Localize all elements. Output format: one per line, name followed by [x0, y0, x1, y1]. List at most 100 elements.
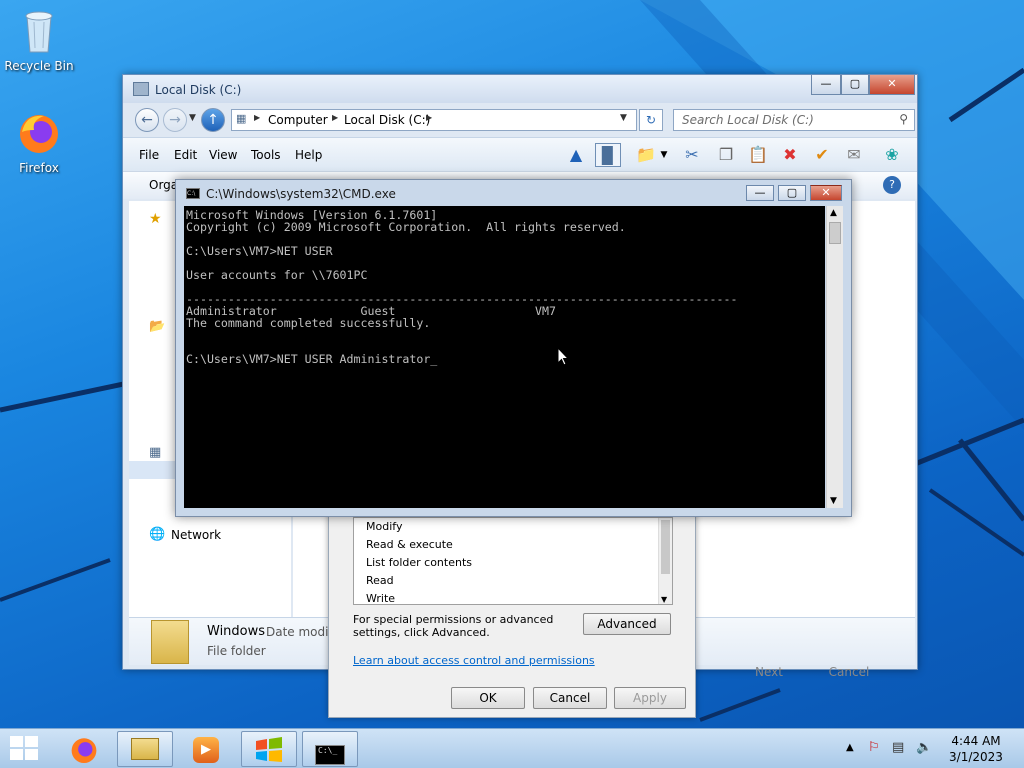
permission-item: Write — [366, 592, 396, 605]
minimize-button[interactable]: — — [746, 185, 774, 201]
scroll-up-icon[interactable]: ▲ — [830, 208, 837, 218]
toolbar-rename-icon[interactable]: ✉ — [841, 143, 867, 167]
volume-icon[interactable]: 🔈 — [916, 740, 932, 755]
cmd-icon: C:\ — [186, 188, 200, 199]
menu-help[interactable]: Help — [295, 148, 322, 162]
address-box[interactable]: ▦ ▶ Computer ▶ Local Disk (C:) ▶ ▼ — [231, 109, 637, 131]
address-dropdown-icon[interactable]: ▼ — [620, 113, 627, 123]
desktop-icon-recycle-bin[interactable]: Recycle Bin — [3, 6, 75, 73]
security-properties-dialog: Modify Read & execute List folder conten… — [328, 506, 696, 718]
taskbar-cmd[interactable]: C:\_ — [302, 731, 358, 767]
breadcrumb-separator-icon: ▶ — [254, 113, 261, 122]
windows-logo-icon — [10, 736, 38, 760]
breadcrumb-local-disk[interactable]: Local Disk (C:) — [344, 113, 430, 127]
advanced-button[interactable]: Advanced — [583, 613, 671, 635]
permissions-list[interactable]: Modify Read & execute List folder conten… — [353, 517, 673, 605]
up-icon[interactable]: ↑ — [201, 108, 225, 132]
permissions-scrollbar[interactable]: ▼ — [658, 518, 672, 604]
network-icon[interactable]: 🌐 — [149, 527, 165, 542]
desktop-icon-firefox[interactable]: Firefox — [3, 110, 75, 175]
menu-bar: File Edit View Tools Help ▲ ▉ 📁 ▼ ✂ ❐ 📋 … — [123, 137, 917, 171]
cmd-console[interactable]: Microsoft Windows [Version 6.1.7601] Cop… — [184, 206, 825, 508]
apply-button[interactable]: Apply — [614, 687, 686, 709]
explorer-titlebar[interactable]: Local Disk (C:) — ▢ ✕ — [123, 75, 917, 103]
menu-tools[interactable]: Tools — [251, 148, 281, 162]
cancel-button-behind[interactable]: Cancel — [813, 665, 885, 685]
libraries-icon[interactable]: 📂 — [149, 319, 165, 334]
windows-flag-icon — [256, 737, 282, 762]
details-type: File folder — [207, 644, 266, 658]
clock-time: 4:44 AM — [951, 734, 1001, 748]
scrollbar-thumb[interactable] — [661, 520, 670, 574]
next-button[interactable]: Next — [733, 665, 805, 685]
taskbar-firefox[interactable] — [56, 731, 112, 767]
toolbar-folder-options-icon[interactable]: 📁 — [633, 143, 659, 167]
close-button[interactable]: ✕ — [869, 75, 915, 95]
cmd-icon: C:\_ — [315, 745, 345, 765]
toolbar-cut-icon[interactable]: ✂ — [679, 143, 705, 167]
details-name: Windows — [207, 624, 266, 639]
toolbar-delete-icon[interactable]: ✖ — [777, 143, 803, 167]
access-control-link[interactable]: Learn about access control and permissio… — [353, 654, 595, 667]
nav-item-network[interactable]: Network — [171, 528, 221, 542]
taskbar-windows-explorer[interactable] — [241, 731, 297, 767]
mouse-cursor-icon — [557, 347, 569, 366]
taskbar-media-player[interactable]: ▶ — [178, 731, 234, 767]
computer-nav-icon[interactable]: ▦ — [149, 445, 161, 460]
favorites-icon[interactable]: ★ — [149, 211, 162, 227]
search-input[interactable]: Search Local Disk (C:) ⚲ — [673, 109, 915, 131]
close-button[interactable]: ✕ — [810, 185, 842, 201]
firefox-icon — [71, 738, 97, 764]
breadcrumb-computer[interactable]: Computer — [268, 113, 328, 127]
cmd-title: C:\Windows\system32\CMD.exe — [206, 187, 396, 201]
organize-button[interactable]: Orga — [149, 178, 178, 192]
network-status-icon[interactable]: ▤ — [892, 740, 904, 755]
minimize-button[interactable]: — — [811, 75, 841, 95]
recent-pages-icon[interactable]: ▼ — [189, 113, 196, 123]
media-player-icon: ▶ — [193, 737, 219, 763]
clock[interactable]: 4:44 AM 3/1/2023 — [944, 733, 1008, 765]
toolbar-copy-icon[interactable]: ❐ — [713, 143, 739, 167]
computer-icon: ▦ — [236, 112, 247, 125]
window-title: Local Disk (C:) — [155, 83, 242, 97]
special-permissions-text: For special permissions or advanced sett… — [353, 613, 554, 639]
toolbar-properties-icon[interactable]: ✔ — [809, 143, 835, 167]
toolbar-up-icon[interactable]: ▲ — [563, 143, 589, 167]
back-icon[interactable]: ← — [135, 108, 159, 132]
refresh-icon[interactable]: ↻ — [639, 109, 663, 131]
taskbar-explorer[interactable] — [117, 731, 173, 767]
toolbar-pane-icon[interactable]: ▉ — [595, 143, 621, 167]
help-icon[interactable]: ? — [883, 176, 901, 194]
address-bar-row: ← → ▼ ↑ ▦ ▶ Computer ▶ Local Disk (C:) ▶… — [127, 105, 915, 135]
toolbar-dropdown-icon[interactable]: ▼ — [657, 143, 671, 167]
breadcrumb-separator-icon: ▶ — [426, 113, 433, 122]
recycle-bin-icon — [3, 6, 75, 57]
folder-icon — [131, 738, 159, 760]
menu-view[interactable]: View — [209, 148, 237, 162]
start-button[interactable] — [0, 729, 52, 768]
cmd-scrollbar[interactable]: ▲ ▼ — [826, 206, 843, 508]
toolbar-paste-icon[interactable]: 📋 — [745, 143, 771, 167]
desktop-icon-label: Firefox — [19, 161, 59, 175]
maximize-button[interactable]: ▢ — [778, 185, 806, 201]
folder-icon — [151, 620, 189, 664]
scroll-down-icon[interactable]: ▼ — [661, 595, 667, 604]
scroll-down-icon[interactable]: ▼ — [830, 496, 837, 506]
cmd-window: C:\ C:\Windows\system32\CMD.exe — ▢ ✕ Mi… — [175, 179, 852, 517]
forward-icon[interactable]: → — [163, 108, 187, 132]
toolbar-network-icon[interactable]: ❀ — [879, 143, 905, 167]
ok-button[interactable]: OK — [451, 687, 525, 709]
cmd-titlebar[interactable]: C:\ C:\Windows\system32\CMD.exe — ▢ ✕ — [176, 180, 851, 206]
cancel-button[interactable]: Cancel — [533, 687, 607, 709]
show-hidden-icons[interactable]: ▲ — [846, 742, 854, 753]
permission-item: Read — [366, 574, 394, 587]
menu-edit[interactable]: Edit — [174, 148, 197, 162]
clock-date: 3/1/2023 — [949, 750, 1003, 764]
permission-item: Read & execute — [366, 538, 453, 551]
search-placeholder: Search Local Disk (C:) — [682, 113, 814, 127]
maximize-button[interactable]: ▢ — [841, 75, 869, 95]
scrollbar-thumb[interactable] — [829, 222, 841, 244]
menu-file[interactable]: File — [139, 148, 159, 162]
taskbar: ▶ C:\_ ▲ ⚐ ▤ 🔈 4:44 AM 3/1/2023 — [0, 728, 1024, 768]
action-center-icon[interactable]: ⚐ — [868, 740, 880, 755]
